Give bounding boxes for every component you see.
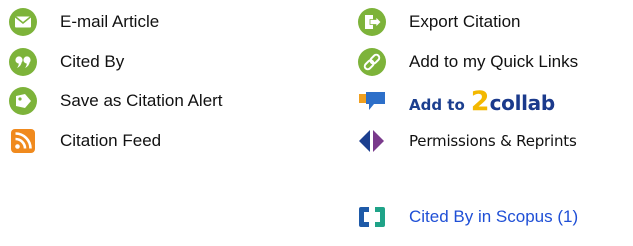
permissions-reprints-link[interactable]: Permissions & Reprints bbox=[355, 124, 577, 158]
envelope-icon bbox=[6, 5, 40, 39]
diamond-arrow-icon bbox=[355, 124, 389, 158]
quote-icon bbox=[6, 45, 40, 79]
quick-links-link[interactable]: Add to my Quick Links bbox=[355, 45, 578, 79]
link-icon bbox=[355, 45, 389, 79]
citation-feed-label: Citation Feed bbox=[60, 131, 162, 150]
rss-feed-icon bbox=[6, 124, 40, 158]
collab-label: Add to 2 collab bbox=[409, 88, 555, 115]
tag-icon bbox=[6, 84, 40, 118]
permissions-reprints-label: Permissions & Reprints bbox=[409, 132, 577, 150]
add-to-text: Add to bbox=[409, 95, 465, 114]
article-tools-panel: E-mail Article Cited By Save as Citation… bbox=[0, 0, 633, 246]
export-citation-label: Export Citation bbox=[409, 12, 521, 31]
export-citation-link[interactable]: Export Citation bbox=[355, 5, 521, 39]
scopus-icon bbox=[355, 200, 389, 234]
cited-by-link[interactable]: Cited By bbox=[6, 45, 124, 79]
save-citation-alert-link[interactable]: Save as Citation Alert bbox=[6, 84, 223, 118]
collab-brand-word: collab bbox=[489, 90, 556, 115]
email-article-link[interactable]: E-mail Article bbox=[6, 5, 159, 39]
chat-bubble-icon bbox=[355, 84, 389, 118]
cited-by-label: Cited By bbox=[60, 52, 125, 71]
citation-feed-link[interactable]: Citation Feed bbox=[6, 124, 161, 158]
collab-brand-mark: 2 bbox=[470, 85, 490, 117]
add-to-2collab-link[interactable]: Add to 2 collab bbox=[355, 84, 555, 118]
scopus-cited-by-link[interactable]: Cited By in Scopus (1) bbox=[355, 200, 578, 234]
save-citation-alert-label: Save as Citation Alert bbox=[60, 91, 223, 110]
quick-links-label: Add to my Quick Links bbox=[409, 52, 579, 71]
export-icon bbox=[355, 5, 389, 39]
email-article-label: E-mail Article bbox=[60, 12, 160, 31]
scopus-cited-by-label: Cited By in Scopus (1) bbox=[409, 207, 579, 226]
